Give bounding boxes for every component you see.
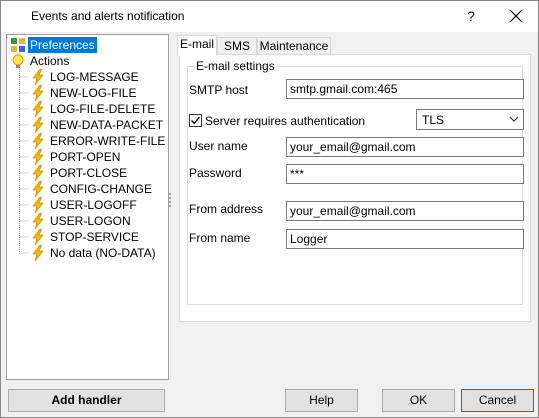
- lightning-icon: [32, 85, 44, 101]
- lightning-icon: [32, 133, 44, 149]
- title-bar: Events and alerts notification ?: [1, 1, 538, 32]
- tree-item-event[interactable]: ERROR-WRITE-FILE: [30, 133, 167, 149]
- lightning-icon: [32, 149, 44, 165]
- tree-item-label: NEW-LOG-FILE: [50, 86, 137, 100]
- tree-item-label: PORT-CLOSE: [50, 166, 128, 180]
- tab-maintenance[interactable]: Maintenance: [257, 37, 331, 55]
- tree-item-event[interactable]: PORT-OPEN: [30, 149, 122, 165]
- tree-item-label: USER-LOGON: [50, 214, 131, 228]
- tree-item-label: NEW-DATA-PACKET: [50, 118, 164, 132]
- help-button[interactable]: Help: [285, 389, 358, 412]
- group-title: E-mail settings: [194, 59, 277, 73]
- close-icon: [509, 9, 523, 23]
- tree-item-event[interactable]: No data (NO-DATA): [30, 245, 158, 261]
- tree-item-label: STOP-SERVICE: [50, 230, 139, 244]
- from-address-input[interactable]: your_email@gmail.com: [286, 201, 524, 221]
- lightning-icon: [32, 165, 44, 181]
- auth-checkbox[interactable]: [189, 114, 202, 127]
- cancel-button[interactable]: Cancel: [461, 389, 534, 412]
- lightbulb-icon: [11, 53, 25, 68]
- close-button[interactable]: [501, 4, 531, 28]
- lightning-icon: [32, 69, 44, 85]
- preferences-icon: [11, 38, 25, 52]
- tree-item-event[interactable]: LOG-MESSAGE: [30, 69, 141, 85]
- from-name-input[interactable]: Logger: [286, 229, 524, 249]
- tree-item-label: Actions: [30, 54, 70, 68]
- tree-item-label: LOG-FILE-DELETE: [50, 102, 156, 116]
- tree-item-label: CONFIG-CHANGE: [50, 182, 152, 196]
- tree-item-label: PORT-OPEN: [50, 150, 121, 164]
- add-handler-button[interactable]: Add handler: [8, 389, 165, 412]
- checkmark-icon: [191, 116, 201, 125]
- from-name-label: From name: [189, 231, 251, 245]
- chevron-down-icon: [509, 116, 519, 122]
- user-name-input[interactable]: your_email@gmail.com: [286, 137, 524, 157]
- events-tree[interactable]: Preferences Actions LOG-MESSAGE NEW-LOG-…: [6, 34, 169, 380]
- lightning-icon: [32, 181, 44, 197]
- window-title: Events and alerts notification: [31, 9, 185, 23]
- tree-item-label: Preferences: [28, 37, 97, 53]
- from-address-label: From address: [189, 202, 264, 216]
- security-select[interactable]: TLS: [416, 109, 524, 130]
- lightning-icon: [32, 229, 44, 245]
- lightning-icon: [32, 245, 44, 261]
- panel-splitter[interactable]: [169, 191, 172, 213]
- user-name-label: User name: [189, 139, 248, 153]
- lightning-icon: [32, 213, 44, 229]
- tree-item-event[interactable]: USER-LOGON: [30, 213, 133, 229]
- tree-item-label: LOG-MESSAGE: [50, 70, 139, 84]
- password-label: Password: [189, 166, 242, 180]
- tree-item-event[interactable]: NEW-LOG-FILE: [30, 85, 138, 101]
- tree-item-actions[interactable]: Actions: [10, 53, 71, 69]
- tree-item-event[interactable]: LOG-FILE-DELETE: [30, 101, 157, 117]
- tree-item-event[interactable]: PORT-CLOSE: [30, 165, 129, 181]
- tree-item-preferences[interactable]: Preferences: [10, 37, 97, 53]
- auth-label: Server requires authentication: [205, 114, 366, 128]
- password-input[interactable]: ***: [286, 164, 524, 184]
- tab-email[interactable]: E-mail: [177, 35, 217, 56]
- ok-button[interactable]: OK: [382, 389, 455, 412]
- dialog-window: Events and alerts notification ? Prefere…: [0, 0, 539, 418]
- smtp-host-label: SMTP host: [189, 83, 249, 97]
- security-select-value: TLS: [422, 113, 445, 127]
- tree-item-label: No data (NO-DATA): [50, 246, 156, 260]
- tree-item-event[interactable]: STOP-SERVICE: [30, 229, 141, 245]
- smtp-host-input[interactable]: smtp.gmail.com:465: [286, 79, 524, 99]
- tree-item-event[interactable]: CONFIG-CHANGE: [30, 181, 154, 197]
- help-title-button[interactable]: ?: [461, 6, 481, 26]
- email-tab-page: E-mail settings SMTP host smtp.gmail.com…: [179, 54, 531, 322]
- tree-item-label: USER-LOGOFF: [50, 198, 137, 212]
- lightning-icon: [32, 117, 44, 133]
- tree-item-label: ERROR-WRITE-FILE: [50, 134, 166, 148]
- settings-area: E-mail SMS Maintenance E-mail settings S…: [174, 34, 535, 380]
- tree-item-event[interactable]: USER-LOGOFF: [30, 197, 139, 213]
- tab-sms[interactable]: SMS: [217, 37, 257, 55]
- tree-item-event[interactable]: NEW-DATA-PACKET: [30, 117, 165, 133]
- email-settings-group: E-mail settings SMTP host smtp.gmail.com…: [187, 59, 524, 305]
- lightning-icon: [32, 197, 44, 213]
- lightning-icon: [32, 101, 44, 117]
